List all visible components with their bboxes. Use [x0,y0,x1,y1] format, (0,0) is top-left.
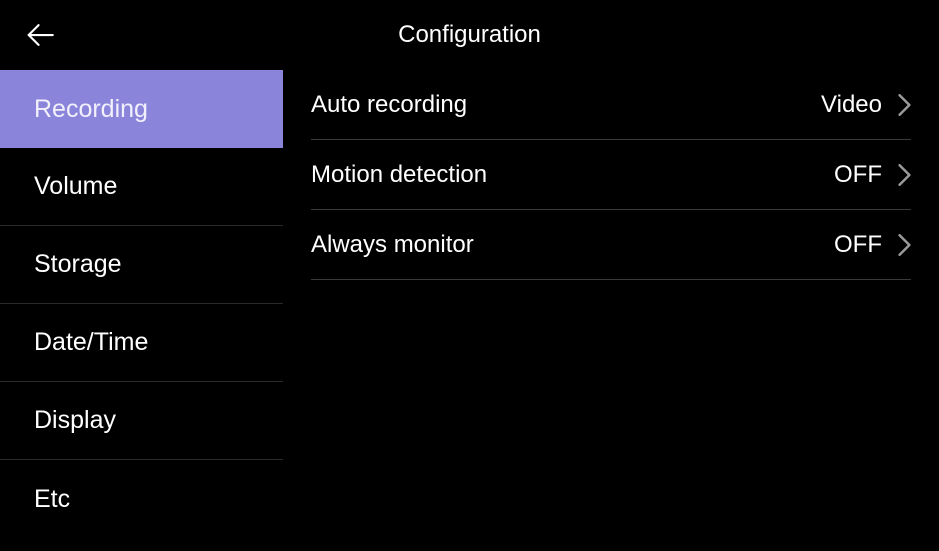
content: Recording Volume Storage Date/Time Displ… [0,70,939,551]
sidebar-item-storage[interactable]: Storage [0,226,283,304]
setting-value: Video [821,91,882,119]
setting-motion-detection[interactable]: Motion detection OFF [311,140,911,210]
sidebar-item-label: Etc [34,485,70,514]
sidebar-item-label: Display [34,406,116,435]
sidebar-item-volume[interactable]: Volume [0,148,283,226]
sidebar-item-display[interactable]: Display [0,382,283,460]
chevron-right-icon [898,94,911,116]
setting-value-wrap: Video [821,91,911,119]
setting-always-monitor[interactable]: Always monitor OFF [311,210,911,280]
sidebar-item-label: Date/Time [34,328,148,357]
setting-label: Always monitor [311,231,474,259]
main-panel: Auto recording Video Motion detection OF… [283,70,939,551]
setting-value-wrap: OFF [834,161,911,189]
setting-value-wrap: OFF [834,231,911,259]
sidebar-item-recording[interactable]: Recording [0,70,283,148]
back-arrow-icon [23,18,57,52]
sidebar: Recording Volume Storage Date/Time Displ… [0,70,283,551]
back-button[interactable] [20,15,60,55]
chevron-right-icon [898,234,911,256]
chevron-right-icon [898,164,911,186]
header: Configuration [0,0,939,70]
sidebar-item-etc[interactable]: Etc [0,460,283,538]
sidebar-item-datetime[interactable]: Date/Time [0,304,283,382]
setting-label: Auto recording [311,91,467,119]
setting-label: Motion detection [311,161,487,189]
setting-value: OFF [834,161,882,189]
setting-auto-recording[interactable]: Auto recording Video [311,70,911,140]
sidebar-item-label: Storage [34,250,122,279]
sidebar-item-label: Recording [34,95,148,124]
setting-value: OFF [834,231,882,259]
sidebar-item-label: Volume [34,172,117,201]
page-title: Configuration [398,21,541,49]
